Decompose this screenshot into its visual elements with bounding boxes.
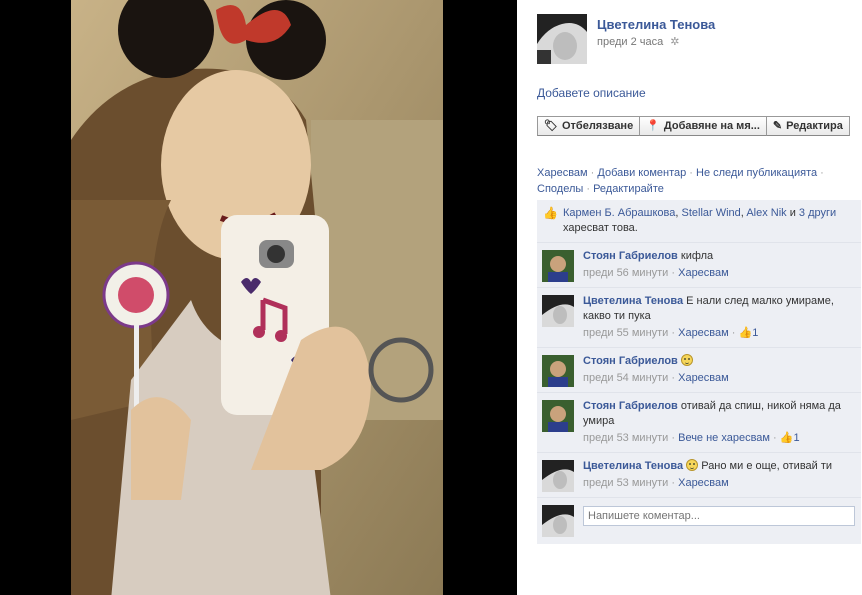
- commenter-name[interactable]: Стоян Габриелов: [583, 400, 678, 412]
- thumbs-up-icon: 👍: [738, 327, 753, 339]
- liker-link[interactable]: Кармен Б. Абрашкова: [563, 207, 675, 219]
- add-location-label: Добавяне на мя...: [663, 120, 760, 132]
- like-count: 1: [793, 432, 800, 444]
- share-link[interactable]: Споделы: [537, 183, 583, 195]
- sidebar: Цветелина Тенова преди 2 часа ✲ Добавете…: [517, 0, 862, 595]
- comment: Стоян Габриелов отивай да спиш, никой ня…: [537, 393, 861, 453]
- comment-like-link[interactable]: Харесвам: [678, 372, 729, 384]
- separator: ·: [583, 183, 594, 195]
- photo[interactable]: [71, 0, 443, 595]
- like-link[interactable]: Харесвам: [537, 167, 588, 179]
- post-actions: Харесвам · Добави коментар · Не следи пу…: [537, 165, 837, 197]
- commenter-avatar[interactable]: [542, 355, 574, 387]
- tag-photo-label: Отбелязване: [561, 120, 634, 132]
- owner-avatar[interactable]: [537, 14, 587, 64]
- comment-like-count[interactable]: 👍1: [780, 432, 800, 444]
- liker-link[interactable]: Stellar Wind: [682, 207, 741, 219]
- comment: Стоян Габриелов кифла преди 56 минути · …: [537, 243, 861, 288]
- smiley-icon: [680, 354, 693, 366]
- photo-toolbar: 🏷 Отбелязване 📍 Добавяне на мя... ✎ Реда…: [537, 116, 850, 136]
- post-time: преди 2 часа ✲: [597, 35, 680, 48]
- thumbs-up-icon: 👍: [779, 432, 794, 444]
- add-location-button[interactable]: 📍 Добавяне на мя...: [640, 116, 767, 136]
- comment-like-link[interactable]: Харесвам: [678, 267, 729, 279]
- separator: и: [786, 207, 799, 219]
- unfollow-post-link[interactable]: Не следи публикацията: [696, 167, 817, 179]
- commenter-name[interactable]: Цветелина Тенова: [583, 460, 683, 472]
- comment: Цветелина Тенова Рано ми е още, отивай т…: [537, 453, 861, 498]
- other-likers-link[interactable]: 3 други: [799, 207, 836, 219]
- edit-post-link[interactable]: Редактирайте: [593, 183, 664, 195]
- comment-unlike-link[interactable]: Вече не харесвам: [678, 432, 770, 444]
- edit-photo-label: Редактира: [786, 120, 843, 132]
- likes-summary: 👍 Кармен Б. Абрашкова, Stellar Wind, Ale…: [537, 200, 861, 243]
- gear-icon[interactable]: ✲: [670, 35, 679, 48]
- comment-like-link[interactable]: Харесвам: [678, 327, 729, 339]
- add-description-link[interactable]: Добавете описание: [537, 86, 646, 100]
- location-pin-icon: 📍: [646, 120, 660, 132]
- comment: Цветелина Тенова Е нали след малко умира…: [537, 288, 861, 348]
- commenter-avatar[interactable]: [542, 250, 574, 282]
- feedback-panel: 👍 Кармен Б. Абрашкова, Stellar Wind, Ale…: [537, 200, 861, 544]
- post-time-text[interactable]: преди 2 часа: [597, 36, 663, 48]
- comment-text: кифла: [680, 250, 714, 262]
- commenter-avatar[interactable]: [542, 400, 574, 432]
- edit-photo-button[interactable]: ✎ Редактира: [766, 116, 850, 136]
- commenter-name[interactable]: Стоян Габриелов: [583, 250, 678, 262]
- comment: Стоян Габриелов преди 54 минути · Харесв…: [537, 348, 861, 393]
- comment-text: Рано ми е още, отивай ти: [701, 460, 833, 472]
- add-comment-link[interactable]: Добави коментар: [597, 167, 686, 179]
- comment-time[interactable]: преди 53 минути: [583, 477, 668, 489]
- owner-name[interactable]: Цветелина Тенова: [597, 17, 715, 32]
- commenter-name[interactable]: Цветелина Тенова: [583, 295, 683, 307]
- commenter-avatar[interactable]: [542, 295, 574, 327]
- separator: ·: [686, 167, 697, 179]
- comment-time[interactable]: преди 56 минути: [583, 267, 668, 279]
- tag-photo-button[interactable]: 🏷 Отбелязване: [537, 116, 641, 136]
- comment-time[interactable]: преди 54 минути: [583, 372, 668, 384]
- commenter-name[interactable]: Стоян Габриелов: [583, 355, 678, 367]
- thumbs-up-icon: 👍: [543, 206, 558, 220]
- likes-tail: харесват това.: [563, 222, 638, 234]
- photo-stage[interactable]: [0, 0, 517, 595]
- comment-time[interactable]: преди 55 минути: [583, 327, 668, 339]
- comment-like-link[interactable]: Харесвам: [678, 477, 729, 489]
- comment-like-count[interactable]: 👍1: [738, 327, 758, 339]
- tag-icon: 🏷: [544, 120, 558, 132]
- commenter-avatar[interactable]: [542, 460, 574, 492]
- liker-link[interactable]: Alex Nik: [746, 207, 786, 219]
- write-comment: [537, 498, 861, 544]
- smiley-icon: [686, 459, 699, 471]
- like-count: 1: [752, 327, 759, 339]
- comment-time[interactable]: преди 53 минути: [583, 432, 668, 444]
- comment-input[interactable]: [583, 506, 855, 526]
- pencil-icon: ✎: [772, 120, 783, 132]
- separator: ·: [587, 167, 598, 179]
- current-user-avatar: [542, 505, 574, 537]
- separator: ·: [817, 167, 824, 179]
